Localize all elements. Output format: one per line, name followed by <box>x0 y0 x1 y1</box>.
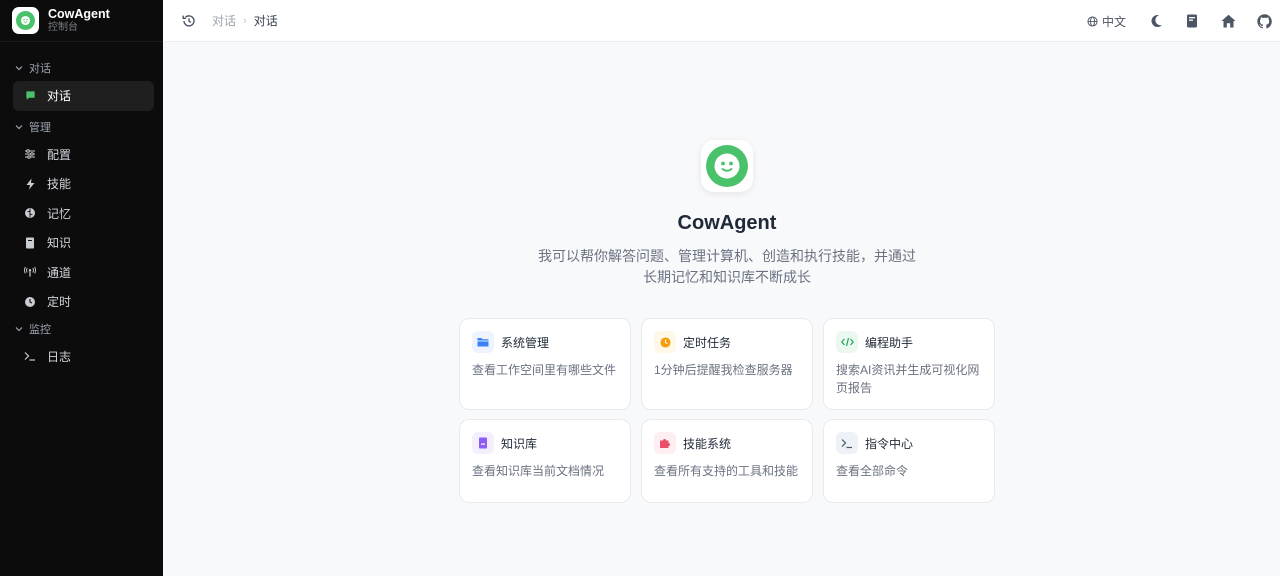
sidebar-item-label: 配置 <box>47 147 72 162</box>
suggestion-card-commands[interactable]: 指令中心 查看全部命令 <box>823 419 995 503</box>
top-bar: 对话 › 对话 中文 <box>163 0 1280 42</box>
hero-description-line: 我可以帮你解答问题、管理计算机、创造和执行技能，并通过 <box>538 248 916 264</box>
breadcrumb-item[interactable]: 对话 <box>212 12 236 29</box>
chat-icon <box>24 90 36 102</box>
book-icon <box>472 432 494 454</box>
moon-icon[interactable] <box>1148 13 1164 29</box>
main-content: CowAgent 我可以帮你解答问题、管理计算机、创造和执行技能，并通过 长期记… <box>163 42 1280 576</box>
suggestion-card-knowledge[interactable]: 知识库 查看知识库当前文档情况 <box>459 419 631 503</box>
sidebar-item-label: 定时 <box>47 295 72 310</box>
puzzle-icon <box>654 432 676 454</box>
home-icon[interactable] <box>1220 13 1236 29</box>
book-icon <box>24 237 36 249</box>
folder-icon <box>472 331 494 353</box>
suggestion-card-coding[interactable]: 编程助手 搜索AI资讯并生成可视化网页报告 <box>823 318 995 410</box>
sidebar-item-skills[interactable]: 技能 <box>13 169 154 199</box>
card-description: 查看知识库当前文档情况 <box>472 464 605 478</box>
terminal-icon <box>24 350 36 362</box>
sidebar-item-label: 日志 <box>47 349 72 364</box>
antenna-icon <box>24 266 36 278</box>
sidebar-item-label: 对话 <box>47 89 72 104</box>
sidebar: CowAgent 控制台 对话 对话 管理 配置 技能 记忆 知识 通道 定时 <box>0 0 163 576</box>
card-title: 定时任务 <box>683 335 732 350</box>
terminal-icon <box>836 432 858 454</box>
card-title: 技能系统 <box>683 436 732 451</box>
brain-icon <box>24 207 36 219</box>
sidebar-item-label: 记忆 <box>47 206 72 221</box>
suggestion-card-skills[interactable]: 技能系统 查看所有支持的工具和技能 <box>641 419 813 503</box>
language-label: 中文 <box>1101 14 1126 29</box>
section-label: 对话 <box>29 63 51 75</box>
brand-name: CowAgent <box>48 6 110 21</box>
sidebar-item-config[interactable]: 配置 <box>13 140 154 170</box>
sidebar-item-channels[interactable]: 通道 <box>13 258 154 288</box>
chevron-down-icon <box>15 124 23 129</box>
section-chat[interactable]: 对话 <box>0 57 163 79</box>
section-manage[interactable]: 管理 <box>0 116 163 138</box>
code-icon <box>836 331 858 353</box>
section-label: 监控 <box>29 323 51 336</box>
globe-icon <box>1087 15 1098 27</box>
chevron-right-icon: › <box>243 14 247 27</box>
chevron-down-icon <box>15 326 23 331</box>
hero-description-line: 长期记忆和知识库不断成长 <box>643 269 811 285</box>
card-description: 1分钟后提醒我检查服务器 <box>654 363 793 377</box>
section-label: 管理 <box>29 121 51 134</box>
sidebar-item-knowledge[interactable]: 知识 <box>13 228 154 258</box>
card-title: 编程助手 <box>865 335 914 350</box>
sliders-icon <box>24 148 36 160</box>
card-description: 搜索AI资讯并生成可视化网页报告 <box>836 363 980 395</box>
card-title: 知识库 <box>501 436 538 451</box>
bolt-icon <box>24 178 36 190</box>
brand[interactable]: CowAgent 控制台 <box>0 0 163 42</box>
brand-subtitle: 控制台 <box>48 22 78 34</box>
section-monitor[interactable]: 监控 <box>0 318 163 340</box>
cowagent-logo-icon <box>12 7 39 34</box>
sidebar-item-schedule[interactable]: 定时 <box>13 287 154 317</box>
history-icon[interactable] <box>181 13 197 29</box>
sidebar-item-label: 技能 <box>47 177 72 192</box>
language-switch[interactable]: 中文 <box>1087 13 1126 30</box>
sidebar-item-logs[interactable]: 日志 <box>13 342 154 372</box>
hero-description: 我可以帮你解答问题、管理计算机、创造和执行技能，并通过 长期记忆和知识库不断成长 <box>163 246 1280 288</box>
card-description: 查看全部命令 <box>836 464 909 478</box>
card-description: 查看所有支持的工具和技能 <box>654 464 799 478</box>
card-title: 指令中心 <box>865 436 914 451</box>
sidebar-item-memory[interactable]: 记忆 <box>13 199 154 229</box>
sidebar-item-label: 通道 <box>47 265 72 280</box>
sidebar-item-label: 知识 <box>47 236 72 251</box>
github-icon[interactable] <box>1256 13 1272 29</box>
card-title: 系统管理 <box>501 335 550 350</box>
clock-icon <box>654 331 676 353</box>
card-description: 查看工作空间里有哪些文件 <box>472 363 617 377</box>
suggestion-card-system[interactable]: 系统管理 查看工作空间里有哪些文件 <box>459 318 631 410</box>
cowagent-logo-icon <box>701 140 753 192</box>
breadcrumb-current: 对话 <box>253 14 278 28</box>
hero-title: CowAgent <box>677 212 777 234</box>
breadcrumb: 对话 › 对话 <box>212 12 278 29</box>
suggestion-card-schedule[interactable]: 定时任务 1分钟后提醒我检查服务器 <box>641 318 813 410</box>
chevron-down-icon <box>15 66 23 71</box>
sidebar-item-chat[interactable]: 对话 <box>13 81 154 111</box>
docs-icon[interactable] <box>1184 13 1200 29</box>
clock-icon <box>24 296 36 308</box>
